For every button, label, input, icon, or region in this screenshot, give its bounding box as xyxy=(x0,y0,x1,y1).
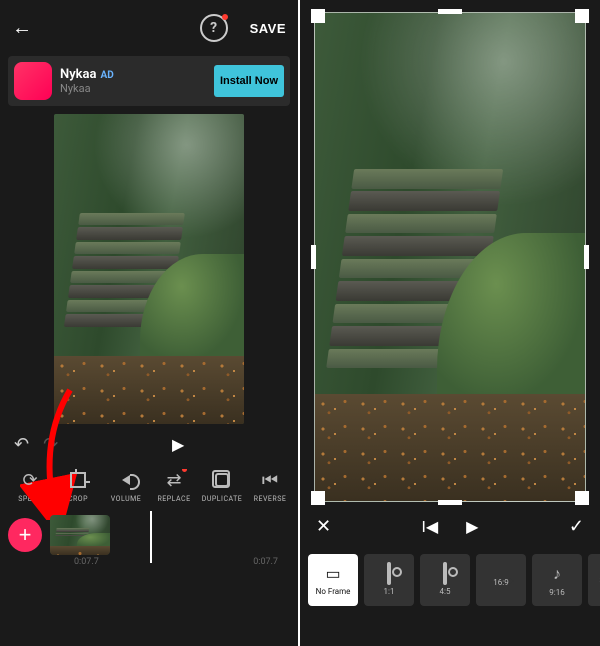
undo-button[interactable]: ↶ xyxy=(14,434,29,455)
top-bar: ← ? SAVE xyxy=(0,0,298,56)
ratio-label: No Frame xyxy=(316,587,351,596)
tool-speed[interactable]: ⟳ SPEED xyxy=(6,469,54,503)
crop-screen: ✕ I◀ ▶ ✓ ▭ No Frame 1:1 4:5 16:9 ♪ 9:16 3:… xyxy=(300,0,600,646)
editor-screen: ← ? SAVE NykaaAD Nykaa Install Now ↶ ↷ ▶… xyxy=(0,0,300,646)
ratio-label: 9:16 xyxy=(549,588,564,597)
confirm-button[interactable]: ✓ xyxy=(569,516,584,537)
crop-handle-bl[interactable] xyxy=(311,491,325,505)
ratio-label: 16:9 xyxy=(493,578,508,587)
ad-title: Nykaa xyxy=(60,67,96,82)
tool-crop[interactable]: CROP xyxy=(54,469,102,503)
help-button[interactable]: ? xyxy=(200,14,228,42)
tool-replace[interactable]: ⇄ REPLACE xyxy=(150,469,198,503)
ad-install-button[interactable]: Install Now xyxy=(214,65,284,97)
tool-duplicate[interactable]: DUPLICATE xyxy=(198,469,246,503)
timeline-times: 0:07.7 0:07.7 xyxy=(0,555,298,567)
timeline[interactable]: + xyxy=(0,515,298,555)
cancel-button[interactable]: ✕ xyxy=(316,516,331,537)
time-total: 0:07.7 xyxy=(253,557,278,567)
ad-tag: AD xyxy=(100,70,113,81)
add-clip-button[interactable]: + xyxy=(8,518,42,552)
ratio-16-9[interactable]: 16:9 xyxy=(476,554,526,606)
crop-controls-row: ✕ I◀ ▶ ✓ xyxy=(300,516,600,537)
ratio-4-5[interactable]: 4:5 xyxy=(420,554,470,606)
crop-handle-tr[interactable] xyxy=(575,9,589,23)
speed-icon: ⟳ xyxy=(19,469,41,491)
tool-label: REPLACE xyxy=(157,495,190,503)
tool-row: ⟳ SPEED CROP VOLUME ⇄ REPLACE DUPLICATE ⏮ R… xyxy=(0,469,298,503)
crop-handle-left[interactable] xyxy=(311,245,316,269)
save-button[interactable]: SAVE xyxy=(250,21,286,36)
instagram-icon xyxy=(443,564,447,583)
aspect-ratio-row: ▭ No Frame 1:1 4:5 16:9 ♪ 9:16 3:4 xyxy=(300,554,600,606)
replace-icon: ⇄ xyxy=(163,469,185,491)
playback-row: ↶ ↷ ▶ xyxy=(0,434,298,455)
tool-label: SPEED xyxy=(18,495,42,503)
video-preview[interactable] xyxy=(54,114,244,424)
tool-rotate[interactable]: ⟲ROTA xyxy=(294,469,298,503)
tool-volume[interactable]: VOLUME xyxy=(102,469,150,503)
tool-label: REVERSE xyxy=(254,495,287,503)
ratio-3-4[interactable]: 3:4 xyxy=(588,554,600,606)
crop-handle-bottom[interactable] xyxy=(438,500,462,505)
playhead[interactable] xyxy=(150,511,152,563)
tool-label: DUPLICATE xyxy=(202,495,243,503)
instagram-icon xyxy=(387,564,391,583)
time-current: 0:07.7 xyxy=(74,557,99,567)
back-button[interactable]: ← xyxy=(12,17,32,40)
tool-reverse[interactable]: ⏮ REVERSE xyxy=(246,469,294,503)
tiktok-icon: ♪ xyxy=(553,564,561,584)
help-icon: ? xyxy=(210,20,217,36)
ratio-9-16[interactable]: ♪ 9:16 xyxy=(532,554,582,606)
ratio-1-1[interactable]: 1:1 xyxy=(364,554,414,606)
ratio-label: 1:1 xyxy=(384,587,395,596)
crop-handle-br[interactable] xyxy=(575,491,589,505)
tool-label: CROP xyxy=(68,495,88,503)
reverse-icon: ⏮ xyxy=(259,469,281,491)
duplicate-icon xyxy=(211,469,233,491)
ad-subtitle: Nykaa xyxy=(60,82,114,95)
ad-banner[interactable]: NykaaAD Nykaa Install Now xyxy=(8,56,290,106)
noframe-icon: ▭ xyxy=(325,564,340,583)
crop-handle-top[interactable] xyxy=(438,9,462,14)
crop-handle-right[interactable] xyxy=(584,245,589,269)
crop-handle-tl[interactable] xyxy=(311,9,325,23)
clip-thumbnail[interactable] xyxy=(50,515,110,555)
ad-text: NykaaAD Nykaa xyxy=(60,67,114,95)
volume-icon xyxy=(115,469,137,491)
redo-button: ↷ xyxy=(43,434,58,455)
tool-label: VOLUME xyxy=(111,495,141,503)
play-button[interactable]: ▶ xyxy=(466,517,478,536)
ad-app-icon xyxy=(14,62,52,100)
crop-icon xyxy=(67,469,89,491)
ratio-noframe[interactable]: ▭ No Frame xyxy=(308,554,358,606)
prev-frame-button[interactable]: I◀ xyxy=(422,517,439,536)
play-button[interactable]: ▶ xyxy=(172,435,184,454)
ratio-label: 4:5 xyxy=(440,587,451,596)
crop-stage[interactable] xyxy=(314,12,586,502)
